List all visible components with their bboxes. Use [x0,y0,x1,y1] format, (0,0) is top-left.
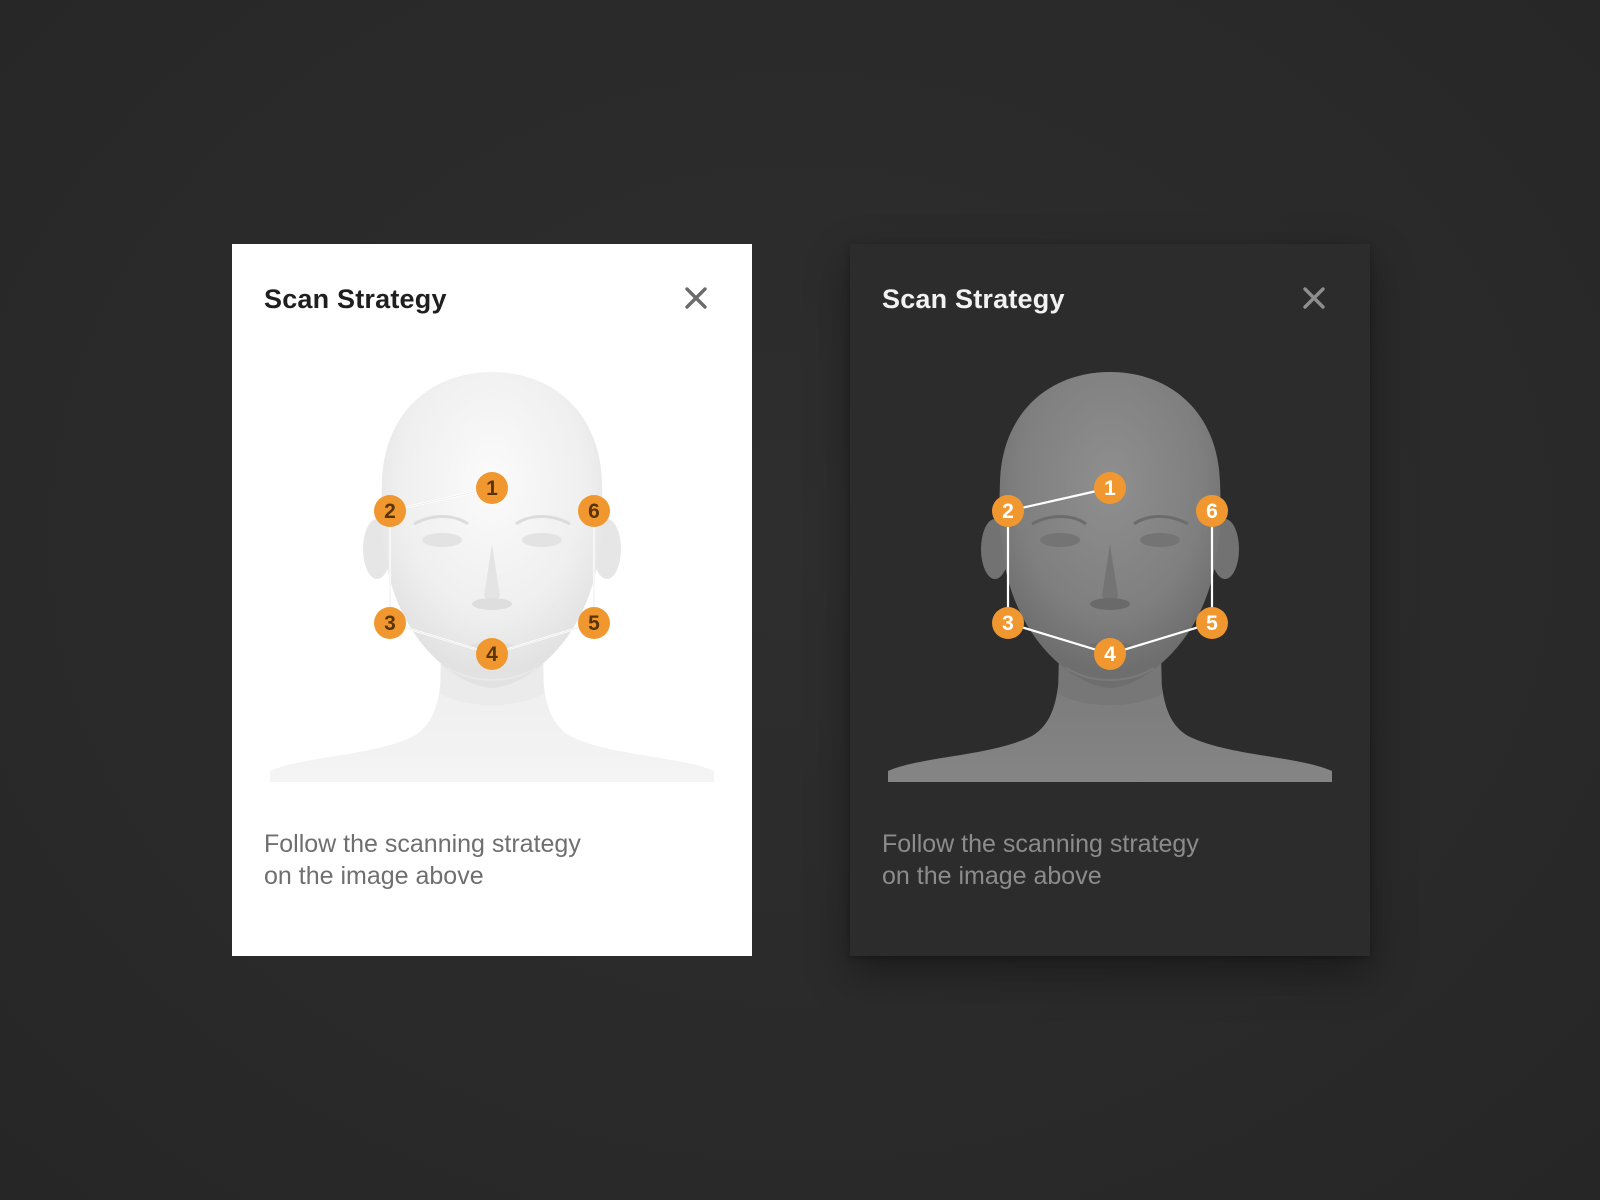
instruction-line-2: on the image above [882,862,1102,890]
instruction-line-1: Follow the scanning strategy [264,830,581,858]
scan-point-2: 2 [374,495,406,527]
close-button[interactable] [682,284,710,312]
svg-text:1: 1 [486,477,498,500]
svg-text:2: 2 [384,500,396,523]
svg-text:6: 6 [1206,500,1218,523]
svg-text:4: 4 [486,643,498,666]
scan-point-4: 4 [476,638,508,670]
instruction-line-1: Follow the scanning strategy [882,830,1199,858]
svg-text:5: 5 [1206,612,1218,635]
scan-point-3: 3 [374,607,406,639]
scan-point-6: 6 [578,495,610,527]
scan-point-1: 1 [1094,472,1126,504]
svg-text:4: 4 [1104,643,1116,666]
instruction-line-2: on the image above [264,862,484,890]
svg-text:1: 1 [1104,477,1116,500]
svg-text:2: 2 [1002,500,1014,523]
scan-point-4: 4 [1094,638,1126,670]
scan-point-2: 2 [992,495,1024,527]
svg-text:3: 3 [1002,612,1014,635]
scan-point-3: 3 [992,607,1024,639]
scan-point-5: 5 [578,607,610,639]
svg-text:6: 6 [588,500,600,523]
scan-point-5: 5 [1196,607,1228,639]
face-scan-diagram: 1 2 3 4 5 6 [264,364,720,786]
card-title: Scan Strategy [264,284,447,314]
canvas-background: Scan Strategy 1 2 3 4 5 6 Follow the sca… [0,0,1600,1200]
face-scan-diagram: 1 2 3 4 5 6 [882,364,1338,786]
close-icon [1300,284,1328,312]
head-silhouette [888,372,1332,782]
scan-strategy-card-light: Scan Strategy 1 2 3 4 5 6 Follow the sca… [232,244,752,956]
scan-strategy-card-dark: Scan Strategy 1 2 3 4 5 6 Follow the sca… [850,244,1370,956]
svg-text:3: 3 [384,612,396,635]
scan-point-1: 1 [476,472,508,504]
scan-point-6: 6 [1196,495,1228,527]
instruction-text: Follow the scanning strategy on the imag… [264,828,684,892]
close-icon [682,284,710,312]
instruction-text: Follow the scanning strategy on the imag… [882,828,1302,892]
svg-text:5: 5 [588,612,600,635]
close-button[interactable] [1300,284,1328,312]
head-silhouette [270,372,714,782]
card-title: Scan Strategy [882,284,1065,314]
